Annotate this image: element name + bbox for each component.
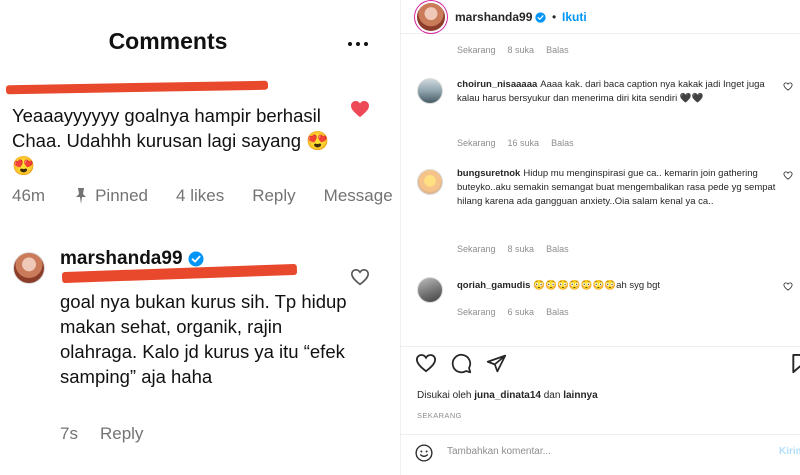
reply-button[interactable]: Balas [551,138,574,148]
pinned-comment-meta: 46m Pinned 4 likes Reply Message [12,186,393,206]
heart-outline-icon[interactable] [783,171,793,180]
redaction-mark [5,80,269,95]
action-icons [415,353,507,374]
verified-badge-icon [188,251,204,267]
comment-username[interactable]: marshanda99 [60,248,204,270]
comment-time: 7s [60,424,78,443]
separator-dot: • [552,10,557,24]
comment-body: choirun_nisaaaaa Aaaa kak. dari baca capt… [457,78,777,106]
reply-comment-text: goal nya bukan kurus sih. Tp hidup makan… [60,291,347,387]
liked-by-user[interactable]: juna_dinata14 [474,390,541,401]
reply-button[interactable]: Balas [546,45,569,55]
comment-username[interactable]: bungsuretnok [457,168,520,179]
add-comment-bar: Kirim [401,434,800,468]
reply-comment-meta: 7s Reply [60,424,143,444]
comment-text: 😳😳😳😳😳😳😳ah syg bgt [533,280,661,291]
comment-meta: Sekarang 16 suka Balas [457,138,574,148]
pinned-label: Pinned [95,186,149,205]
comment-meta: Sekarang 6 suka Balas [457,307,569,317]
comment-time: Sekarang [457,45,496,55]
likes-count[interactable]: 4 likes [176,186,224,206]
page-title: Comments [108,28,228,54]
heart-outline-icon[interactable] [783,282,793,291]
heart-outline-icon[interactable] [783,82,793,91]
comment-username[interactable]: qoriah_gamudis [457,280,530,291]
comment-time: Sekarang [457,244,496,254]
heart-outline-icon[interactable] [350,268,370,286]
verified-badge-icon [535,11,547,23]
comment-body: qoriah_gamudis 😳😳😳😳😳😳😳ah syg bgt [457,279,777,293]
mobile-comments-panel: Comments Yeaaayyyyyy goalnya hampir berh… [0,0,400,475]
comment-body: bungsuretnok Hidup mu menginspirasi gue c… [457,167,777,209]
avatar[interactable] [417,3,445,31]
message-button[interactable]: Message [324,186,393,206]
reply-button[interactable]: Reply [100,424,143,444]
comment-input[interactable] [447,441,767,461]
post-comment-button[interactable]: Kirim [779,446,800,457]
post-header: marshanda99 • Ikuti [401,0,800,34]
bookmark-icon[interactable] [791,353,800,374]
header-username[interactable]: marshanda99 [455,10,547,24]
comment-time: Sekarang [457,138,496,148]
avatar[interactable] [417,78,443,104]
reply-button[interactable]: Reply [252,186,295,206]
liked-by-others[interactable]: lainnya [563,390,597,401]
comment-meta: Sekarang 8 suka Balas [457,45,569,55]
more-options-icon[interactable] [348,42,368,46]
share-send-icon[interactable] [486,353,507,374]
comment-time: Sekarang [457,307,496,317]
likes-count[interactable]: 16 suka [508,138,540,148]
reply-button[interactable]: Balas [546,244,569,254]
reply-button[interactable]: Balas [546,307,569,317]
heart-filled-icon[interactable] [350,100,370,118]
emoji-icon[interactable] [415,444,433,462]
avatar[interactable] [13,252,45,284]
post-actions: Disukai oleh juna_dinata14 dan lainnya S… [401,346,800,464]
pin-icon [76,188,87,204]
post-date: SEKARANG [417,411,462,420]
pinned-comment-text: Yeaaayyyyyy goalnya hampir berhasil Chaa… [12,105,330,176]
follow-button[interactable]: Ikuti [562,10,587,24]
likes-count[interactable]: 8 suka [508,45,535,55]
like-heart-icon[interactable] [415,353,437,373]
comment-bubble-icon[interactable] [451,353,472,374]
pinned-indicator: Pinned [73,186,148,206]
comment-time: 46m [12,186,46,205]
comment-meta: Sekarang 8 suka Balas [457,244,569,254]
likes-count[interactable]: 6 suka [508,307,535,317]
avatar[interactable] [417,277,443,303]
avatar[interactable] [417,169,443,195]
likes-count[interactable]: 8 suka [508,244,535,254]
desktop-post-panel: marshanda99 • Ikuti Sekarang 8 suka Bala… [400,0,800,475]
liked-by-line: Disukai oleh juna_dinata14 dan lainnya [417,390,598,401]
comment-username[interactable]: choirun_nisaaaaa [457,79,537,90]
